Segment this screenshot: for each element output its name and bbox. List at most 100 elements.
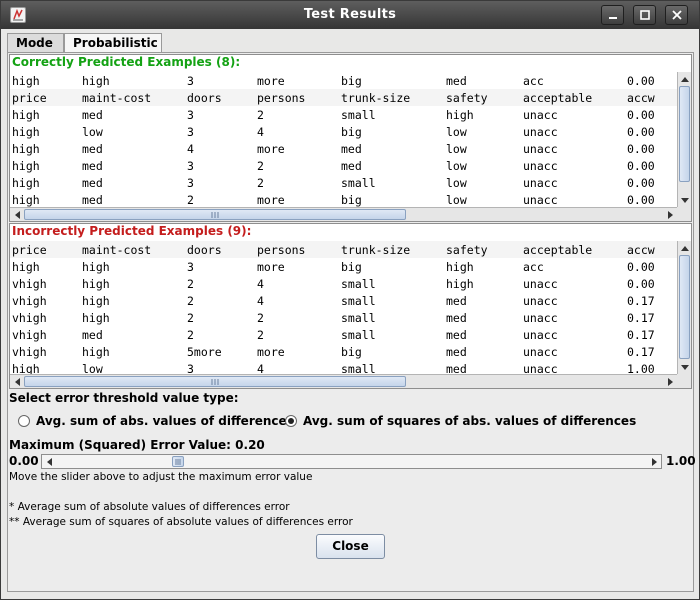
tab-mode[interactable]: Mode [7,33,64,53]
scroll-corner [677,374,691,388]
correct-row[interactable]: high high 3 more big med acc 0.00 [10,72,677,89]
scroll-right-icon[interactable] [664,375,677,388]
cell: med [82,108,103,122]
cell: small [341,108,376,122]
correct-row[interactable]: high low 3 4 big low unacc 0.00 [10,123,677,140]
cell: high [82,294,110,308]
cell: high [82,260,110,274]
grip-icon [211,211,219,218]
incorrect-row[interactable]: vhigh med 2 2 small med unacc 0.17 [10,326,677,343]
cell: 2 [187,193,194,207]
cell: unacc [523,294,558,308]
cell: acc [523,260,544,274]
correct-vertical-scrollbar[interactable] [677,72,691,207]
cell: unacc [523,159,558,173]
column-header: acceptable [523,91,593,105]
cell: big [341,74,362,88]
cell: unacc [523,193,558,207]
incorrect-row[interactable]: high high 3 more big high acc 0.00 [10,258,677,275]
scroll-left-icon[interactable] [10,208,23,221]
incorrect-row[interactable]: vhigh high 5more more big med unacc 0.17 [10,343,677,360]
cell: more [257,345,285,359]
maximize-button[interactable] [633,5,656,25]
slider-right-icon[interactable] [648,455,661,468]
cell: 4 [257,294,264,308]
cell: unacc [523,176,558,190]
incorrect-row[interactable]: vhigh high 2 4 small med unacc 0.17 [10,292,677,309]
correct-row[interactable]: high med 2 more big low unacc 0.00 [10,191,677,207]
cell: 3 [187,125,194,139]
cell: med [82,193,103,207]
cell: 0.00 [627,142,655,156]
correct-row[interactable]: high med 3 2 small high unacc 0.00 [10,106,677,123]
cell: 2 [257,328,264,342]
correct-row[interactable]: high med 4 more med low unacc 0.00 [10,140,677,157]
cell: high [12,108,40,122]
cell: unacc [523,311,558,325]
title-bar[interactable]: Test Results [1,1,699,29]
incorrect-examples-table: Incorrectly Predicted Examples (9): pric… [9,223,692,389]
cell: small [341,277,376,291]
column-header: price [12,243,47,257]
cell: more [257,142,285,156]
cell: 0.00 [627,260,655,274]
scroll-left-icon[interactable] [10,375,23,388]
cell: unacc [523,345,558,359]
cell: vhigh [12,277,47,291]
tab-probabilistic[interactable]: Probabilistic [64,33,162,54]
correct-row[interactable]: high med 3 2 small low unacc 0.00 [10,174,677,191]
scroll-corner [677,207,691,221]
close-button[interactable]: Close [316,534,385,559]
incorrect-row[interactable]: vhigh high 2 4 small high unacc 0.00 [10,275,677,292]
slider-left-icon[interactable] [42,455,55,468]
cell: vhigh [12,311,47,325]
column-header: persons [257,243,306,257]
radio-squares-differences-label[interactable]: Avg. sum of squares of abs. values of di… [303,414,636,428]
incorrect-row[interactable]: vhigh high 2 2 small med unacc 0.17 [10,309,677,326]
cell: low [446,176,467,190]
cell: med [446,294,467,308]
cell: high [12,74,40,88]
correct-examples-caption: Correctly Predicted Examples (8): [10,55,691,71]
column-header: maint-cost [82,91,152,105]
slider-knob[interactable] [171,456,184,467]
cell: 4 [257,125,264,139]
slider-hint: Move the slider above to adjust the maxi… [9,471,313,483]
cell: high [12,176,40,190]
incorrect-vertical-scrollbar[interactable] [677,241,691,374]
tab-probabilistic-label: Probabilistic [73,36,158,50]
scroll-up-icon[interactable] [678,72,691,85]
column-header: acceptable [523,243,593,257]
cell: med [446,328,467,342]
correct-horizontal-thumb[interactable] [24,209,406,220]
cell: 0.00 [627,159,655,173]
incorrect-row[interactable]: high low 3 4 small med unacc 1.00 [10,360,677,374]
cell: big [341,260,362,274]
radio-abs-differences[interactable] [18,415,30,427]
correct-vertical-thumb[interactable] [679,86,690,182]
correct-horizontal-scrollbar[interactable] [10,207,677,221]
cell: med [446,311,467,325]
scroll-right-icon[interactable] [664,208,677,221]
scroll-up-icon[interactable] [678,241,691,254]
cell: vhigh [12,345,47,359]
radio-squares-differences[interactable] [285,415,297,427]
cell: 3 [187,362,194,374]
cell: low [446,159,467,173]
minimize-button[interactable] [601,5,624,25]
correct-row[interactable]: high med 3 2 med low unacc 0.00 [10,157,677,174]
cell: unacc [523,125,558,139]
close-window-button[interactable] [665,5,688,25]
cell: big [341,193,362,207]
incorrect-horizontal-scrollbar[interactable] [10,374,677,388]
incorrect-vertical-thumb[interactable] [679,255,690,359]
max-error-slider[interactable] [41,454,662,469]
cell: 0.00 [627,176,655,190]
incorrect-horizontal-thumb[interactable] [24,376,406,387]
cell: 0.17 [627,328,655,342]
cell: unacc [523,142,558,156]
scroll-down-icon[interactable] [678,361,691,374]
footnote-squares: ** Average sum of squares of absolute va… [9,516,353,528]
radio-abs-differences-label[interactable]: Avg. sum of abs. values of differences [36,414,294,428]
scroll-down-icon[interactable] [678,194,691,207]
